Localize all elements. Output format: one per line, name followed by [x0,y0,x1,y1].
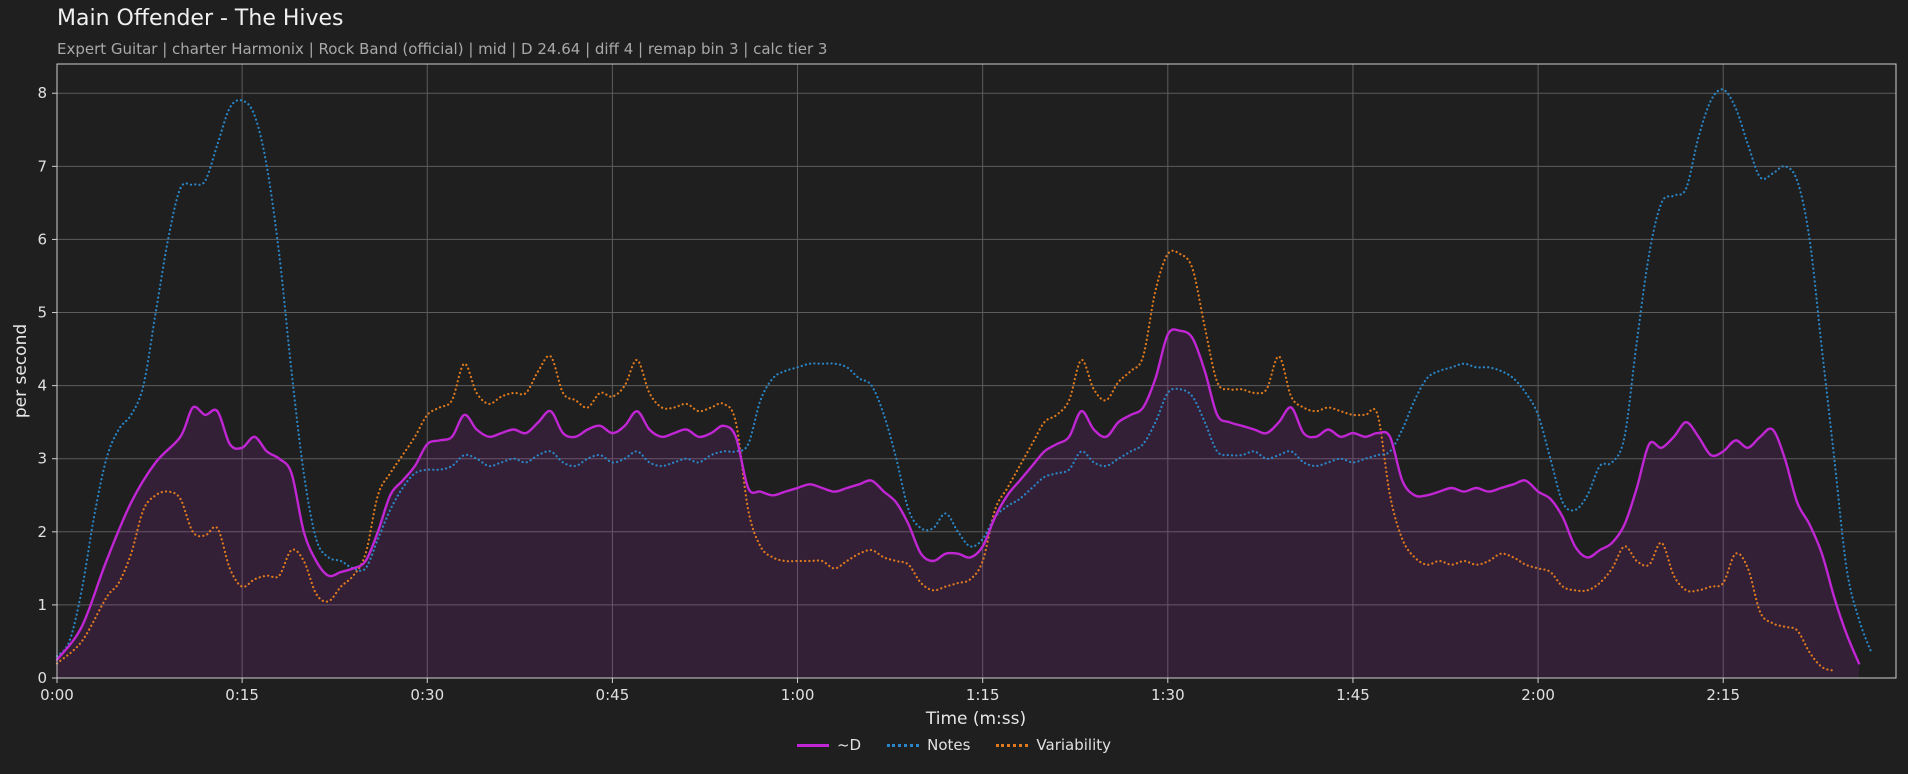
legend-item-d: ~D [796,736,862,754]
x-tick-label: 1:45 [1336,686,1370,704]
x-tick-label: 1:15 [966,686,1000,704]
x-tick-label: 0:45 [596,686,630,704]
x-tick-label: 1:00 [781,686,815,704]
x-tick-label: 2:15 [1706,686,1740,704]
y-axis-label: per second [11,324,31,418]
x-axis-label: Time (m:ss) [925,709,1026,729]
legend-label-d: ~D [836,736,862,754]
legend-swatch-d [796,743,829,747]
legend-label-notes: Notes [927,736,971,754]
x-tick-label: 0:15 [225,686,259,704]
legend: ~D Notes Variability [0,736,1908,754]
legend-item-variability: Variability [996,736,1111,754]
y-tick-label: 3 [37,450,47,468]
x-tick-label: 2:00 [1521,686,1555,704]
line-chart: 0:00 0:15 0:30 0:45 1:00 1:15 1:30 1:45 2:00 2:15… [11,63,1897,729]
series-fill-d [57,329,1859,678]
legend-label-variability: Variability [1036,736,1112,754]
y-tick-label: 0 [37,669,47,687]
y-tick-label: 5 [37,304,47,322]
y-tick-label: 4 [37,377,47,395]
legend-item-notes: Notes [887,736,970,754]
x-tick-label: 0:00 [40,686,74,704]
legend-swatch-notes [887,743,920,747]
series-fills [57,329,1859,678]
x-tick-label: 1:30 [1151,686,1185,704]
x-tick-label: 0:30 [410,686,444,704]
legend-swatch-variability [996,743,1029,747]
y-tick-label: 2 [37,523,47,541]
y-tick-label: 8 [37,84,47,102]
y-tick-label: 7 [37,157,47,175]
y-tick-label: 1 [37,596,47,614]
y-tick-label: 6 [37,230,47,248]
